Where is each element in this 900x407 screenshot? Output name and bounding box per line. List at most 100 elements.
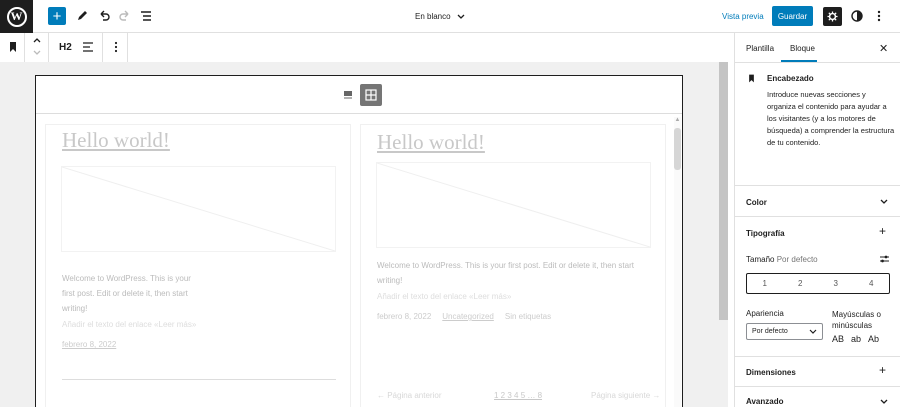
query-loop-block[interactable]: Hello world! Welcome to WordPress. This …	[35, 75, 683, 407]
dimensions-panel: Dimensiones +	[735, 357, 900, 387]
close-sidebar-button[interactable]: ✕	[879, 42, 888, 55]
chevron-down-icon	[33, 50, 41, 55]
panel-title: Tipografía	[746, 229, 785, 238]
options-menu-button[interactable]	[870, 7, 888, 25]
undo-button[interactable]	[95, 7, 113, 25]
styles-button[interactable]	[848, 7, 866, 25]
bookmark-icon	[10, 42, 16, 52]
font-size-label: Tamaño Por defecto	[746, 255, 818, 264]
gear-icon	[827, 11, 838, 22]
font-size-option[interactable]: 4	[854, 274, 890, 293]
post-title[interactable]: Hello world!	[62, 128, 170, 153]
plus-icon: +	[52, 7, 62, 25]
tab-template[interactable]: Plantilla	[746, 44, 774, 53]
heading-level-button[interactable]: H2	[59, 42, 72, 53]
bookmark-icon	[749, 74, 754, 83]
panel-title: Avanzado	[746, 397, 784, 406]
font-size-option[interactable]: 2	[783, 274, 819, 293]
read-more-placeholder[interactable]: Añadir el texto del enlace «Leer más»	[377, 289, 511, 304]
divider	[24, 33, 25, 62]
wordpress-logo-button[interactable]: W	[0, 0, 33, 33]
block-card: Encabezado Introduce nuevas secciones y …	[735, 63, 900, 186]
more-vertical-icon	[114, 41, 118, 53]
divider	[127, 33, 128, 62]
capitalize-button[interactable]: Ab	[868, 334, 879, 344]
letter-case-label: Mayúsculas o minúsculas	[832, 310, 881, 330]
color-panel[interactable]: Color	[735, 186, 900, 217]
read-more-placeholder[interactable]: Añadir el texto del enlace «Leer más»	[62, 317, 196, 332]
post-card: Hello world! Welcome to WordPress. This …	[360, 124, 666, 407]
uppercase-button[interactable]: AB	[832, 334, 844, 344]
post-date[interactable]: febrero 8, 2022	[377, 309, 431, 324]
preview-button[interactable]: Vista previa	[722, 12, 764, 21]
plus-icon: +	[879, 363, 887, 377]
appearance-label: Apariencia	[746, 309, 784, 318]
post-title[interactable]: Hello world!	[377, 130, 485, 155]
placeholder-illustration	[62, 167, 335, 251]
more-vertical-icon	[877, 10, 881, 22]
close-icon: ✕	[879, 43, 889, 55]
canvas-scrollbar-thumb[interactable]	[719, 62, 728, 320]
edit-tools-button[interactable]	[73, 7, 91, 25]
letter-case-options: AB ab Ab	[832, 334, 879, 344]
chevron-down-icon	[880, 399, 888, 404]
undo-icon	[100, 10, 110, 21]
add-block-button[interactable]: +	[48, 7, 66, 25]
move-down-button[interactable]	[28, 47, 46, 59]
align-left-icon	[83, 42, 93, 52]
document-title-dropdown[interactable]: En blanco	[415, 12, 465, 21]
align-button[interactable]	[79, 38, 97, 56]
block-options-button[interactable]	[107, 38, 125, 56]
editor-canvas: Hello world! Welcome to WordPress. This …	[0, 62, 728, 407]
block-description: Introduce nuevas secciones y organiza el…	[767, 90, 895, 147]
grid-icon	[365, 89, 377, 101]
lowercase-button[interactable]: ab	[851, 334, 861, 344]
wordpress-logo-icon: W	[6, 6, 27, 27]
list-view-toggle[interactable]	[342, 89, 354, 101]
post-excerpt: Welcome to WordPress. This is your first…	[62, 274, 191, 313]
featured-image-placeholder[interactable]	[376, 162, 651, 248]
list-icon	[344, 91, 352, 99]
editor-top-toolbar: W + En blanco Vista previa Guardar	[0, 0, 900, 33]
pagination-numbers[interactable]: 1 2 3 4 5 … 8	[494, 388, 542, 403]
post-date[interactable]: febrero 8, 2022	[62, 337, 116, 352]
half-circle-icon	[851, 10, 863, 22]
scroll-up-arrow-icon[interactable]: ▲	[674, 117, 681, 125]
chevron-down-icon	[880, 199, 888, 204]
document-title: En blanco	[415, 12, 451, 21]
active-tab-indicator	[781, 60, 817, 62]
pagination-previous[interactable]: ← Página anterior	[377, 388, 441, 403]
font-size-option[interactable]: 1	[747, 274, 783, 293]
font-size-option[interactable]: 3	[818, 274, 854, 293]
advanced-panel[interactable]: Avanzado	[735, 387, 900, 407]
grid-view-toggle[interactable]	[360, 84, 382, 106]
post-excerpt: Welcome to WordPress. This is your first…	[377, 261, 634, 285]
post-tags[interactable]: Sin etiquetas	[505, 309, 551, 324]
query-view-toolbar	[36, 76, 682, 114]
chevron-up-icon	[33, 38, 41, 43]
add-option-button[interactable]: +	[879, 224, 886, 238]
add-option-button[interactable]: +	[879, 363, 886, 377]
block-name: Encabezado	[767, 74, 814, 83]
divider	[102, 33, 103, 62]
pagination-next[interactable]: Página siguiente →	[591, 388, 660, 403]
list-view-icon	[141, 11, 151, 21]
settings-button[interactable]	[823, 7, 842, 26]
list-view-button[interactable]	[137, 7, 155, 25]
featured-image-placeholder[interactable]	[61, 166, 336, 252]
settings-sidebar: Plantilla Bloque ✕ Encabezado Introduce …	[734, 33, 900, 407]
inner-scrollbar-thumb[interactable]	[674, 128, 681, 170]
custom-size-toggle[interactable]	[879, 254, 890, 264]
divider	[48, 33, 49, 62]
move-up-button[interactable]	[28, 34, 46, 46]
panel-title: Dimensiones	[746, 368, 796, 377]
redo-button[interactable]	[116, 7, 134, 25]
save-button[interactable]: Guardar	[772, 6, 813, 26]
chevron-down-icon	[457, 14, 465, 19]
appearance-select[interactable]: Por defecto	[746, 323, 823, 340]
post-category[interactable]: Uncategorized	[442, 309, 494, 324]
sidebar-tabs: Plantilla Bloque ✕	[735, 33, 900, 63]
font-size-picker: 1 2 3 4	[746, 273, 890, 294]
tab-block[interactable]: Bloque	[790, 44, 815, 53]
block-type-button[interactable]	[4, 38, 22, 56]
